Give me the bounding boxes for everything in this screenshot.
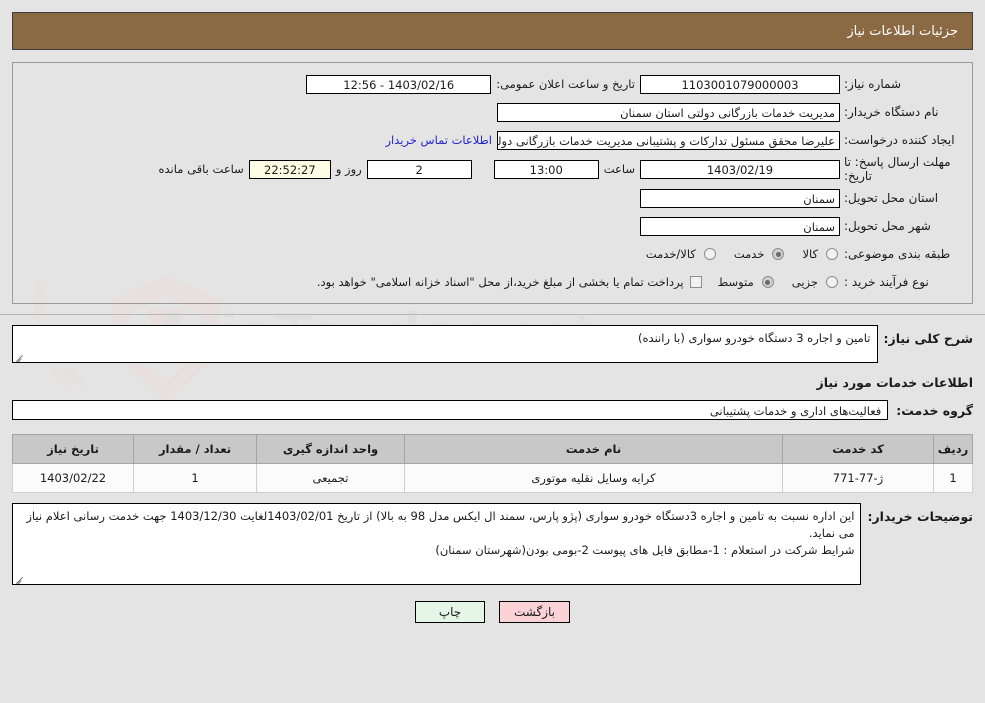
cell-unit: تجمیعی xyxy=(256,463,405,493)
need-summary-row: شرح کلی نیاز: تامین و اجاره 3 دستگاه خود… xyxy=(12,325,973,363)
items-table-head: ردیف کد خدمت نام خدمت واحد اندازه گیری ت… xyxy=(12,434,973,464)
category-radio-goods-service[interactable] xyxy=(703,248,716,260)
buyer-notes-textarea[interactable]: این اداره نسبت به تامین و اجاره 3دستگاه … xyxy=(12,503,862,585)
category-radio-group: کالا خدمت کالا/خدمت xyxy=(634,247,840,261)
buyer-org-label: نام دستگاه خریدار: xyxy=(844,105,939,119)
buyer-contact-link[interactable]: اطلاعات تماس خریدار xyxy=(380,133,497,147)
page-root: جزئیات اطلاعات نیاز شماره نیاز: 11030010… xyxy=(0,12,985,623)
need-number-field[interactable]: 1103001079000003 xyxy=(640,74,840,94)
remaining-days-field[interactable]: 2 xyxy=(366,159,472,179)
col-header-unit: واحد اندازه گیری xyxy=(256,434,405,464)
table-row[interactable]: 1 ژ-77-771 کرایه وسایل نقلیه موتوری تجمی… xyxy=(12,463,973,493)
items-table-wrap: ردیف کد خدمت نام خدمت واحد اندازه گیری ت… xyxy=(12,434,973,493)
resize-grip-icon[interactable] xyxy=(15,573,25,584)
buyer-notes-label: توضیحات خریدار: xyxy=(867,509,973,524)
delivery-city-row: شهر محل تحویل: سمنان xyxy=(23,213,962,239)
buyer-notes-line-1: این اداره نسبت به تامین و اجاره 3دستگاه … xyxy=(26,509,855,540)
panel-divider xyxy=(0,314,985,315)
buyer-org-row: نام دستگاه خریدار: مدیریت خدمات بازرگانی… xyxy=(23,99,962,125)
buyer-notes-line-2: شرایط شرکت در استعلام : 1-مطابق فایل های… xyxy=(435,543,855,557)
delivery-province-field[interactable]: سمنان xyxy=(640,188,840,208)
process-label-medium: متوسط xyxy=(717,275,754,289)
service-group-row: گروه خدمت: فعالیت‌های اداری و خدمات پشتی… xyxy=(12,400,973,420)
resize-grip-icon[interactable] xyxy=(15,351,25,362)
buyer-org-field[interactable]: مدیریت خدمات بازرگانی دولتی استان سمنان xyxy=(497,102,840,122)
deadline-date-field[interactable]: 1403/02/19 xyxy=(640,159,840,179)
print-button[interactable]: چاپ xyxy=(415,601,485,623)
public-announce-label: تاریخ و ساعت اعلان عمومی: xyxy=(496,77,635,91)
cell-code: ژ-77-771 xyxy=(782,463,934,493)
cell-qty: 1 xyxy=(133,463,257,493)
need-number-row: شماره نیاز: 1103001079000003 تاریخ و ساع… xyxy=(23,71,962,97)
footer-buttons: بازگشت چاپ xyxy=(0,601,985,623)
category-label-goods: کالا xyxy=(802,247,818,261)
process-label-minor: جزیی xyxy=(791,275,818,289)
delivery-city-field[interactable]: سمنان xyxy=(640,216,840,236)
process-radio-group: جزیی متوسط xyxy=(706,275,840,289)
items-table-header-row: ردیف کد خدمت نام خدمت واحد اندازه گیری ت… xyxy=(12,434,973,464)
remaining-days-label: روز و xyxy=(335,162,362,176)
cell-name: کرایه وسایل نقلیه موتوری xyxy=(404,463,783,493)
category-label-service: خدمت xyxy=(733,247,765,261)
category-radio-goods[interactable] xyxy=(826,248,838,260)
back-button[interactable]: بازگشت xyxy=(499,601,570,623)
col-header-name: نام خدمت xyxy=(404,434,783,464)
cell-date: 1403/02/22 xyxy=(12,463,134,493)
delivery-province-label: استان محل تحویل: xyxy=(844,191,939,205)
request-creator-label: ایجاد کننده درخواست: xyxy=(844,133,955,147)
service-group-field[interactable]: فعالیت‌های اداری و خدمات پشتیبانی xyxy=(12,400,889,420)
deadline-hour-label: ساعت xyxy=(603,162,635,176)
need-number-label: شماره نیاز: xyxy=(844,77,901,91)
need-summary-text: تامین و اجاره 3 دستگاه خودرو سواری (با ر… xyxy=(638,331,871,345)
col-header-qty: تعداد / مقدار xyxy=(133,434,257,464)
need-summary-section: شرح کلی نیاز: تامین و اجاره 3 دستگاه خود… xyxy=(12,325,973,363)
cell-radif: 1 xyxy=(933,463,973,493)
countdown-timer-field: 22:52:27 xyxy=(248,159,331,179)
process-radio-minor[interactable] xyxy=(826,276,838,288)
category-radio-service[interactable] xyxy=(772,248,785,260)
col-header-radif: ردیف xyxy=(933,434,973,464)
process-row: نوع فرآیند خرید : جزیی متوسط پرداخت تمام… xyxy=(23,269,962,295)
deadline-row: مهلت ارسال پاسخ: تا تاریخ: 1403/02/19 سا… xyxy=(23,155,962,183)
buyer-notes-section: توضیحات خریدار: این اداره نسبت به تامین … xyxy=(12,503,973,585)
col-header-date: تاریخ نیاز xyxy=(12,434,134,464)
delivery-city-label: شهر محل تحویل: xyxy=(844,219,931,233)
deadline-label: مهلت ارسال پاسخ: تا تاریخ: xyxy=(844,155,951,183)
page-header-bar: جزئیات اطلاعات نیاز xyxy=(12,12,973,50)
need-summary-textarea[interactable]: تامین و اجاره 3 دستگاه خودرو سواری (با ر… xyxy=(12,325,878,363)
items-table: ردیف کد خدمت نام خدمت واحد اندازه گیری ت… xyxy=(12,434,973,493)
countdown-label: ساعت باقی مانده xyxy=(158,162,244,176)
buyer-notes-row: توضیحات خریدار: این اداره نسبت به تامین … xyxy=(12,503,973,585)
service-group-label: گروه خدمت: xyxy=(896,402,973,418)
process-radio-medium[interactable] xyxy=(761,276,774,288)
items-table-body: 1 ژ-77-771 کرایه وسایل نقلیه موتوری تجمی… xyxy=(12,463,973,493)
process-label: نوع فرآیند خرید : xyxy=(844,275,929,289)
services-heading: اطلاعات خدمات مورد نیاز xyxy=(816,375,974,390)
request-creator-row: ایجاد کننده درخواست: علیرضا محقق مسئول ت… xyxy=(23,127,962,153)
category-row: طبقه بندی موضوعی: کالا خدمت کالا/خدمت xyxy=(23,241,962,267)
category-label-goods-service: کالا/خدمت xyxy=(645,247,696,261)
need-summary-label: شرح کلی نیاز: xyxy=(883,331,973,346)
request-creator-field[interactable]: علیرضا محقق مسئول تدارکات و پشتیبانی مدی… xyxy=(497,130,840,150)
need-info-panel: شماره نیاز: 1103001079000003 تاریخ و ساع… xyxy=(12,62,973,304)
public-announce-field[interactable]: 12:56 - 1403/02/16 xyxy=(306,74,492,94)
treasury-bond-checkbox[interactable] xyxy=(689,276,702,288)
col-header-code: کد خدمت xyxy=(782,434,934,464)
delivery-province-row: استان محل تحویل: سمنان xyxy=(23,185,962,211)
page-title: جزئیات اطلاعات نیاز xyxy=(847,23,958,39)
category-label: طبقه بندی موضوعی: xyxy=(844,247,951,261)
deadline-time-field[interactable]: 13:00 xyxy=(493,159,599,179)
treasury-bond-text: پرداخت تمام یا بخشی از مبلغ خرید،از محل … xyxy=(316,275,684,289)
